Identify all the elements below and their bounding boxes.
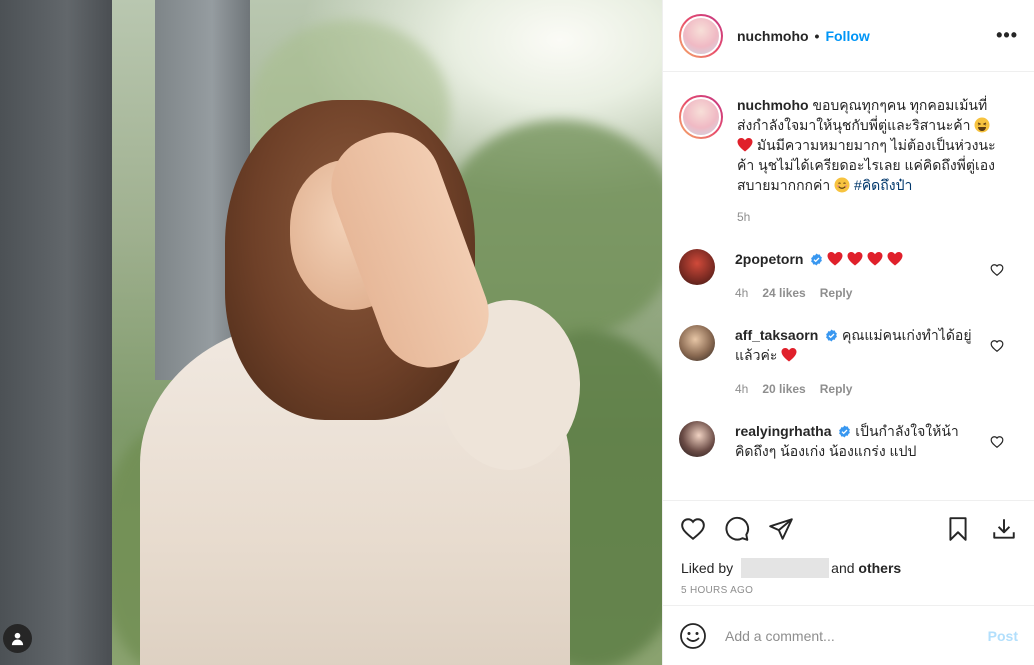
caption-username[interactable]: nuchmoho <box>737 97 809 113</box>
avatar[interactable] <box>679 249 715 285</box>
comment-likes[interactable]: 24 likes <box>762 283 805 303</box>
avatar[interactable] <box>679 325 715 361</box>
caption-hashtag[interactable]: #คิดถึงป๋า <box>854 177 912 193</box>
verified-icon <box>811 253 823 266</box>
like-comment-heart-icon[interactable] <box>990 263 1004 277</box>
avatar[interactable] <box>679 421 715 457</box>
action-bar <box>663 501 1034 557</box>
header-separator: • <box>814 27 820 44</box>
tag-user-icon[interactable] <box>3 624 32 653</box>
actions-area: Liked by and others 5 HOURS AGO <box>663 500 1034 596</box>
laughing-emoji-icon <box>974 117 990 133</box>
heart-emoji-icon <box>737 138 753 152</box>
photo-pillar <box>0 0 112 665</box>
comment-time[interactable]: 4h <box>735 379 748 399</box>
comment-input[interactable] <box>725 627 988 644</box>
verified-icon <box>839 425 851 438</box>
liked-by-user-redacted <box>741 558 830 578</box>
comment-meta: 4h 20 likes Reply <box>735 379 975 399</box>
comment-body: 2popetorn 4h 24 likes Reply <box>735 249 975 303</box>
avatar[interactable] <box>679 13 723 58</box>
share-icon[interactable] <box>767 515 795 543</box>
post-photo[interactable] <box>0 0 662 665</box>
heart-emoji-icon <box>827 252 843 266</box>
comments-list[interactable]: nuchmoho ขอบคุณทุกๆคน ทุกคอมเม้นที่ส่งกำ… <box>663 73 1034 500</box>
heart-icon[interactable] <box>679 515 707 543</box>
liked-by-and: and <box>831 560 855 576</box>
comment-time[interactable]: 4h <box>735 283 748 303</box>
comment-item: realyingrhatha เป็นกำลังใจให้น้า คิดถึงๆ… <box>679 421 1018 461</box>
heart-emoji-icon <box>887 252 903 266</box>
caption-time[interactable]: 5h <box>737 207 1001 227</box>
heart-emoji-icon <box>867 252 883 266</box>
smiling-emoji-icon <box>834 177 850 193</box>
comment-username[interactable]: realyingrhatha <box>735 423 831 439</box>
add-comment-bar: Post <box>663 605 1034 665</box>
action-bar-right <box>944 515 1018 543</box>
download-icon[interactable] <box>990 515 1018 543</box>
liked-by: Liked by and others <box>663 557 1034 579</box>
more-icon[interactable]: ••• <box>996 25 1018 46</box>
reply-button[interactable]: Reply <box>820 283 853 303</box>
bookmark-icon[interactable] <box>944 515 972 543</box>
liked-by-others-link[interactable]: others <box>858 560 901 576</box>
comment-body: aff_taksaorn คุณแม่คนเก่งทำได้อยู่แล้วค่… <box>735 325 975 399</box>
caption: nuchmoho ขอบคุณทุกๆคน ทุกคอมเม้นที่ส่งกำ… <box>679 95 1018 227</box>
comment-body: realyingrhatha เป็นกำลังใจให้น้า คิดถึงๆ… <box>735 421 975 461</box>
follow-button[interactable]: Follow <box>825 28 869 44</box>
heart-emoji-icon <box>781 348 797 362</box>
liked-by-prefix: Liked by <box>681 560 734 576</box>
comment-username[interactable]: aff_taksaorn <box>735 327 818 343</box>
caption-body: nuchmoho ขอบคุณทุกๆคน ทุกคอมเม้นที่ส่งกำ… <box>737 95 1001 227</box>
caption-avatar[interactable] <box>679 95 723 139</box>
post-header: nuchmoho • Follow ••• <box>663 0 1034 72</box>
comment-item: aff_taksaorn คุณแม่คนเก่งทำได้อยู่แล้วค่… <box>679 325 1018 399</box>
verified-icon <box>826 329 838 342</box>
post-timestamp[interactable]: 5 HOURS AGO <box>663 585 1034 596</box>
comment-meta: 4h 24 likes Reply <box>735 283 975 303</box>
comment-icon[interactable] <box>723 515 751 543</box>
header-username[interactable]: nuchmoho <box>737 28 809 44</box>
like-comment-heart-icon[interactable] <box>990 435 1004 449</box>
smile-icon[interactable] <box>679 622 707 650</box>
heart-emoji-icon <box>847 252 863 266</box>
post-view: nuchmoho • Follow ••• nuchmoho ขอบคุณทุก… <box>0 0 1034 665</box>
post-sidebar: nuchmoho • Follow ••• nuchmoho ขอบคุณทุก… <box>662 0 1034 665</box>
comment-username[interactable]: 2popetorn <box>735 251 803 267</box>
comment-item: 2popetorn 4h 24 likes Reply <box>679 249 1018 303</box>
reply-button[interactable]: Reply <box>820 379 853 399</box>
comment-hearts <box>827 251 903 267</box>
comment-likes[interactable]: 20 likes <box>762 379 805 399</box>
like-comment-heart-icon[interactable] <box>990 339 1004 353</box>
post-button[interactable]: Post <box>988 628 1018 644</box>
